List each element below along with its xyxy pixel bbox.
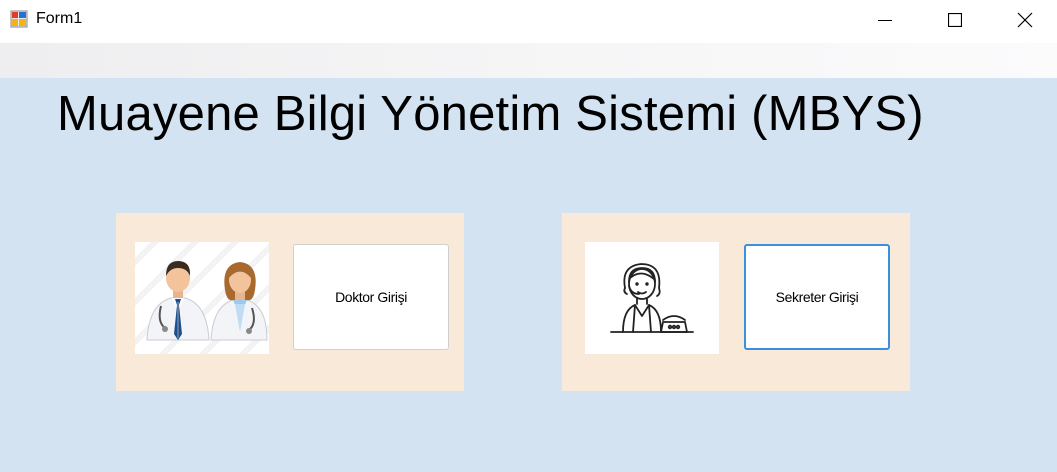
minimize-button[interactable] bbox=[850, 0, 920, 40]
form-client-area: Muayene Bilgi Yönetim Sistemi (MBYS) Dok… bbox=[0, 78, 1057, 472]
doctor-panel: Doktor Girişi bbox=[116, 213, 464, 391]
close-button[interactable] bbox=[990, 0, 1057, 40]
secretary-picture bbox=[585, 242, 719, 354]
page-title: Muayene Bilgi Yönetim Sistemi (MBYS) bbox=[57, 87, 924, 141]
title-bar: Form1 bbox=[0, 0, 1057, 43]
menu-strip bbox=[0, 43, 1057, 78]
secretary-illustration bbox=[585, 242, 719, 354]
maximize-icon bbox=[948, 13, 962, 27]
window-title: Form1 bbox=[36, 10, 83, 27]
app-icon bbox=[10, 10, 28, 28]
close-icon bbox=[1017, 12, 1033, 28]
doctor-login-button[interactable]: Doktor Girişi bbox=[293, 244, 449, 350]
secretary-login-button[interactable]: Sekreter Girişi bbox=[744, 244, 890, 350]
doctors-illustration bbox=[135, 242, 269, 354]
maximize-button[interactable] bbox=[920, 0, 990, 40]
doctors-picture bbox=[135, 242, 269, 354]
secretary-panel: Sekreter Girişi bbox=[562, 213, 910, 391]
minimize-icon bbox=[878, 20, 892, 21]
